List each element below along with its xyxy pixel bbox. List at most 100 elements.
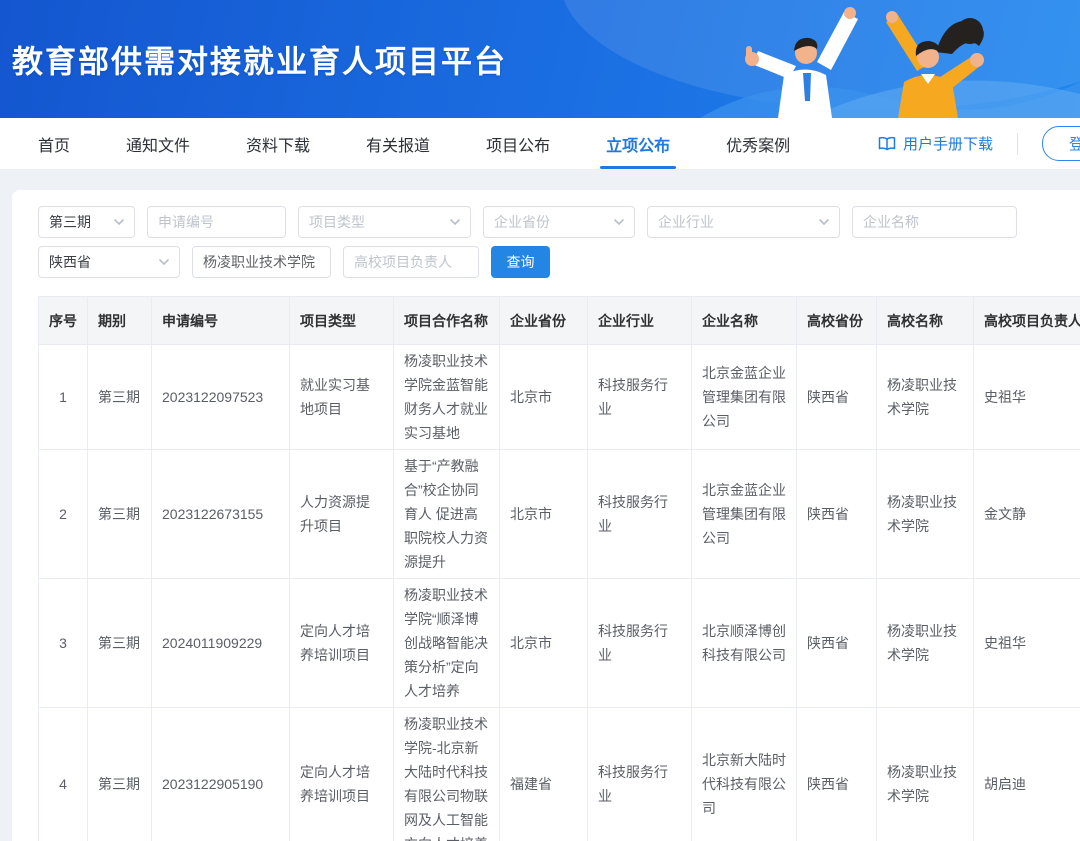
table-cell: 2024011909229 [152,579,290,708]
table-cell: 杨凌职业技术学院 [877,579,974,708]
book-icon [878,136,896,151]
results-table-wrapper: 序号期别申请编号项目类型项目合作名称企业省份企业行业企业名称高校省份高校名称高校… [38,296,1080,841]
content-card: 第三期 项目类型 企业省份 企业行业 陕西省 查询 [12,190,1080,841]
table-cell: 北京金蓝企业管理集团有限公司 [692,345,797,450]
nav-item-excellent-cases[interactable]: 优秀案例 [716,118,800,169]
table-row: 4第三期2023122905190定向人才培养培训项目杨凌职业技术学院-北京新大… [39,708,1080,841]
table-cell: 4 [39,708,88,841]
table-cell: 定向人才培养培训项目 [290,708,394,841]
column-header: 高校省份 [797,297,877,345]
project-type-select[interactable]: 项目类型 [298,206,471,238]
chevron-down-icon [450,219,460,225]
nav-item-home[interactable]: 首页 [28,118,80,169]
table-cell: 杨凌职业技术学院 [877,345,974,450]
column-header: 企业名称 [692,297,797,345]
table-cell: 1 [39,345,88,450]
table-cell: 第三期 [88,450,152,579]
table-cell: 3 [39,579,88,708]
nav-item-approval-announcement[interactable]: 立项公布 [596,118,680,169]
table-cell: 2023122905190 [152,708,290,841]
table-row: 1第三期2023122097523就业实习基地项目杨凌职业技术学院金蓝智能财务人… [39,345,1080,450]
nav-item-notices[interactable]: 通知文件 [116,118,200,169]
table-cell: 杨凌职业技术学院“顺泽博创战略智能决策分析”定向人才培养 [394,579,500,708]
table-cell: 胡启迪 [974,708,1080,841]
column-header: 企业行业 [588,297,692,345]
table-cell: 北京市 [500,579,588,708]
table-cell: 第三期 [88,579,152,708]
table-cell: 北京市 [500,345,588,450]
project-type-placeholder: 项目类型 [309,212,365,232]
company-industry-select[interactable]: 企业行业 [647,206,840,238]
table-header-row: 序号期别申请编号项目类型项目合作名称企业省份企业行业企业名称高校省份高校名称高校… [39,297,1080,345]
table-cell: 杨凌职业技术学院 [877,450,974,579]
filter-row-2: 陕西省 查询 [38,246,1080,278]
table-cell: 史祖华 [974,345,1080,450]
table-body: 1第三期2023122097523就业实习基地项目杨凌职业技术学院金蓝智能财务人… [39,345,1080,841]
table-cell: 北京金蓝企业管理集团有限公司 [692,450,797,579]
table-cell: 北京市 [500,450,588,579]
column-header: 项目合作名称 [394,297,500,345]
site-title: 教育部供需对接就业育人项目平台 [12,37,507,82]
user-manual-label: 用户手册下载 [903,133,993,154]
column-header: 申请编号 [152,297,290,345]
table-cell: 陕西省 [797,579,877,708]
table-cell: 杨凌职业技术学院-北京新大陆时代科技有限公司物联网及人工智能方向人才培养 [394,708,500,841]
table-cell: 2023122673155 [152,450,290,579]
nav-item-downloads[interactable]: 资料下载 [236,118,320,169]
search-button[interactable]: 查询 [491,246,550,278]
table-cell: 科技服务行业 [588,450,692,579]
table-cell: 2023122097523 [152,345,290,450]
table-cell: 基于“产教融合”校企协同育人 促进高职院校人力资源提升 [394,450,500,579]
table-cell: 陕西省 [797,345,877,450]
table-cell: 第三期 [88,345,152,450]
table-cell: 福建省 [500,708,588,841]
company-province-select[interactable]: 企业省份 [483,206,635,238]
high-five-illustration [700,0,1080,118]
column-header: 项目类型 [290,297,394,345]
table-row: 3第三期2024011909229定向人才培养培训项目杨凌职业技术学院“顺泽博创… [39,579,1080,708]
school-province-select[interactable]: 陕西省 [38,246,180,278]
table-cell: 杨凌职业技术学院金蓝智能财务人才就业实习基地 [394,345,500,450]
site-banner: 教育部供需对接就业育人项目平台 [0,0,1080,118]
nav-right-area: 用户手册下载 登录 [878,118,1080,169]
table-cell: 人力资源提升项目 [290,450,394,579]
table-cell: 杨凌职业技术学院 [877,708,974,841]
period-select[interactable]: 第三期 [38,206,135,238]
table-cell: 定向人才培养培训项目 [290,579,394,708]
filter-row-1: 第三期 项目类型 企业省份 企业行业 [38,206,1080,238]
table-cell: 北京新大陆时代科技有限公司 [692,708,797,841]
nav-item-project-announcement[interactable]: 项目公布 [476,118,560,169]
column-header: 高校名称 [877,297,974,345]
table-cell: 科技服务行业 [588,345,692,450]
school-leader-input[interactable] [343,246,479,278]
table-row: 2第三期2023122673155人力资源提升项目基于“产教融合”校企协同育人 … [39,450,1080,579]
column-header: 高校项目负责人 [974,297,1080,345]
login-button[interactable]: 登录 [1042,126,1080,161]
results-table: 序号期别申请编号项目类型项目合作名称企业省份企业行业企业名称高校省份高校名称高校… [38,296,1080,841]
table-cell: 北京顺泽博创科技有限公司 [692,579,797,708]
table-cell: 2 [39,450,88,579]
main-navigation: 首页 通知文件 资料下载 有关报道 项目公布 立项公布 优秀案例 用户手册下载 … [0,118,1080,170]
chevron-down-icon [159,259,169,265]
table-cell: 陕西省 [797,708,877,841]
company-industry-placeholder: 企业行业 [658,212,714,232]
table-cell: 就业实习基地项目 [290,345,394,450]
period-select-value: 第三期 [49,212,91,232]
chevron-down-icon [819,219,829,225]
company-name-input[interactable] [852,206,1017,238]
user-manual-download-link[interactable]: 用户手册下载 [878,133,993,154]
table-cell: 金文静 [974,450,1080,579]
nav-item-reports[interactable]: 有关报道 [356,118,440,169]
column-header: 企业省份 [500,297,588,345]
chevron-down-icon [114,219,124,225]
table-cell: 第三期 [88,708,152,841]
school-province-value: 陕西省 [49,252,91,272]
school-name-input[interactable] [192,246,331,278]
application-no-input[interactable] [147,206,286,238]
table-cell: 陕西省 [797,450,877,579]
nav-divider [1017,133,1018,155]
chevron-down-icon [614,219,624,225]
company-province-placeholder: 企业省份 [494,212,550,232]
nav-items: 首页 通知文件 资料下载 有关报道 项目公布 立项公布 优秀案例 [28,118,836,169]
column-header: 序号 [39,297,88,345]
